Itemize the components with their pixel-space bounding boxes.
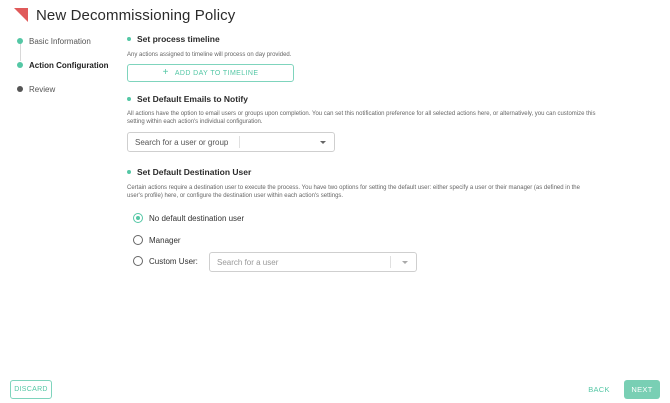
step-label: Action Configuration (29, 60, 109, 70)
section-bullet (127, 37, 131, 41)
timeline-section: Set process timeline Any actions assigne… (127, 32, 597, 82)
step-label: Review (29, 84, 56, 94)
section-bullet (127, 97, 131, 101)
section-title: Set Default Destination User (127, 165, 597, 179)
step-basic-information[interactable]: Basic Information (17, 29, 117, 53)
discard-button[interactable]: DISCARD (10, 380, 52, 399)
radio-checked-icon[interactable] (133, 213, 143, 223)
plus-icon: + (162, 67, 169, 78)
user-group-search-placeholder: Search for a user or group (135, 137, 229, 147)
page-title: New Decommissioning Policy (36, 6, 236, 24)
timeline-description: Any actions assigned to timeline will pr… (127, 52, 292, 58)
destination-title: Set Default Destination User (137, 167, 252, 177)
add-day-label: ADD DAY TO TIMELINE (174, 69, 259, 77)
main-content: Set process timeline Any actions assigne… (127, 32, 597, 200)
emails-title: Set Default Emails to Notify (137, 94, 248, 104)
step-action-configuration[interactable]: Action Configuration (17, 53, 117, 77)
section-bullet (127, 170, 131, 174)
step-pending-dot (17, 86, 23, 92)
step-review[interactable]: Review (17, 77, 117, 101)
back-button[interactable]: BACK (582, 380, 616, 399)
next-button[interactable]: NEXT (624, 380, 660, 399)
select-separator (239, 136, 240, 148)
emails-section: Set Default Emails to Notify All actions… (127, 92, 597, 152)
step-label: Basic Information (29, 36, 91, 46)
section-title: Set process timeline (127, 32, 597, 46)
radio-label: Custom User: (149, 256, 198, 266)
radio-custom-user[interactable]: Custom User: (133, 256, 198, 266)
radio-no-default-destination[interactable]: No default destination user (133, 213, 244, 223)
user-group-search-select[interactable]: Search for a user or group (127, 132, 335, 152)
destination-description: Certain actions require a destination us… (127, 185, 580, 199)
step-navigation: Basic Information Action Configuration R… (17, 29, 117, 101)
radio-manager[interactable]: Manager (133, 235, 181, 245)
radio-unchecked-icon[interactable] (133, 256, 143, 266)
radio-label: Manager (149, 235, 181, 245)
section-title: Set Default Emails to Notify (127, 92, 597, 106)
timeline-title: Set process timeline (137, 34, 220, 44)
radio-label: No default destination user (149, 213, 245, 223)
page-header: New Decommissioning Policy (14, 4, 235, 26)
chevron-down-icon (320, 141, 326, 144)
logo-icon (14, 8, 28, 22)
custom-user-search-select[interactable]: Search for a user (209, 252, 417, 272)
radio-unchecked-icon[interactable] (133, 235, 143, 245)
chevron-down-icon (402, 261, 408, 264)
destination-section: Set Default Destination User Certain act… (127, 165, 597, 200)
step-complete-dot (17, 38, 23, 44)
step-active-dot (17, 62, 23, 68)
custom-user-search-placeholder: Search for a user (217, 257, 279, 267)
select-separator (390, 256, 391, 268)
emails-description: All actions have the option to email use… (127, 111, 596, 125)
add-day-to-timeline-button[interactable]: + ADD DAY TO TIMELINE (127, 64, 294, 82)
